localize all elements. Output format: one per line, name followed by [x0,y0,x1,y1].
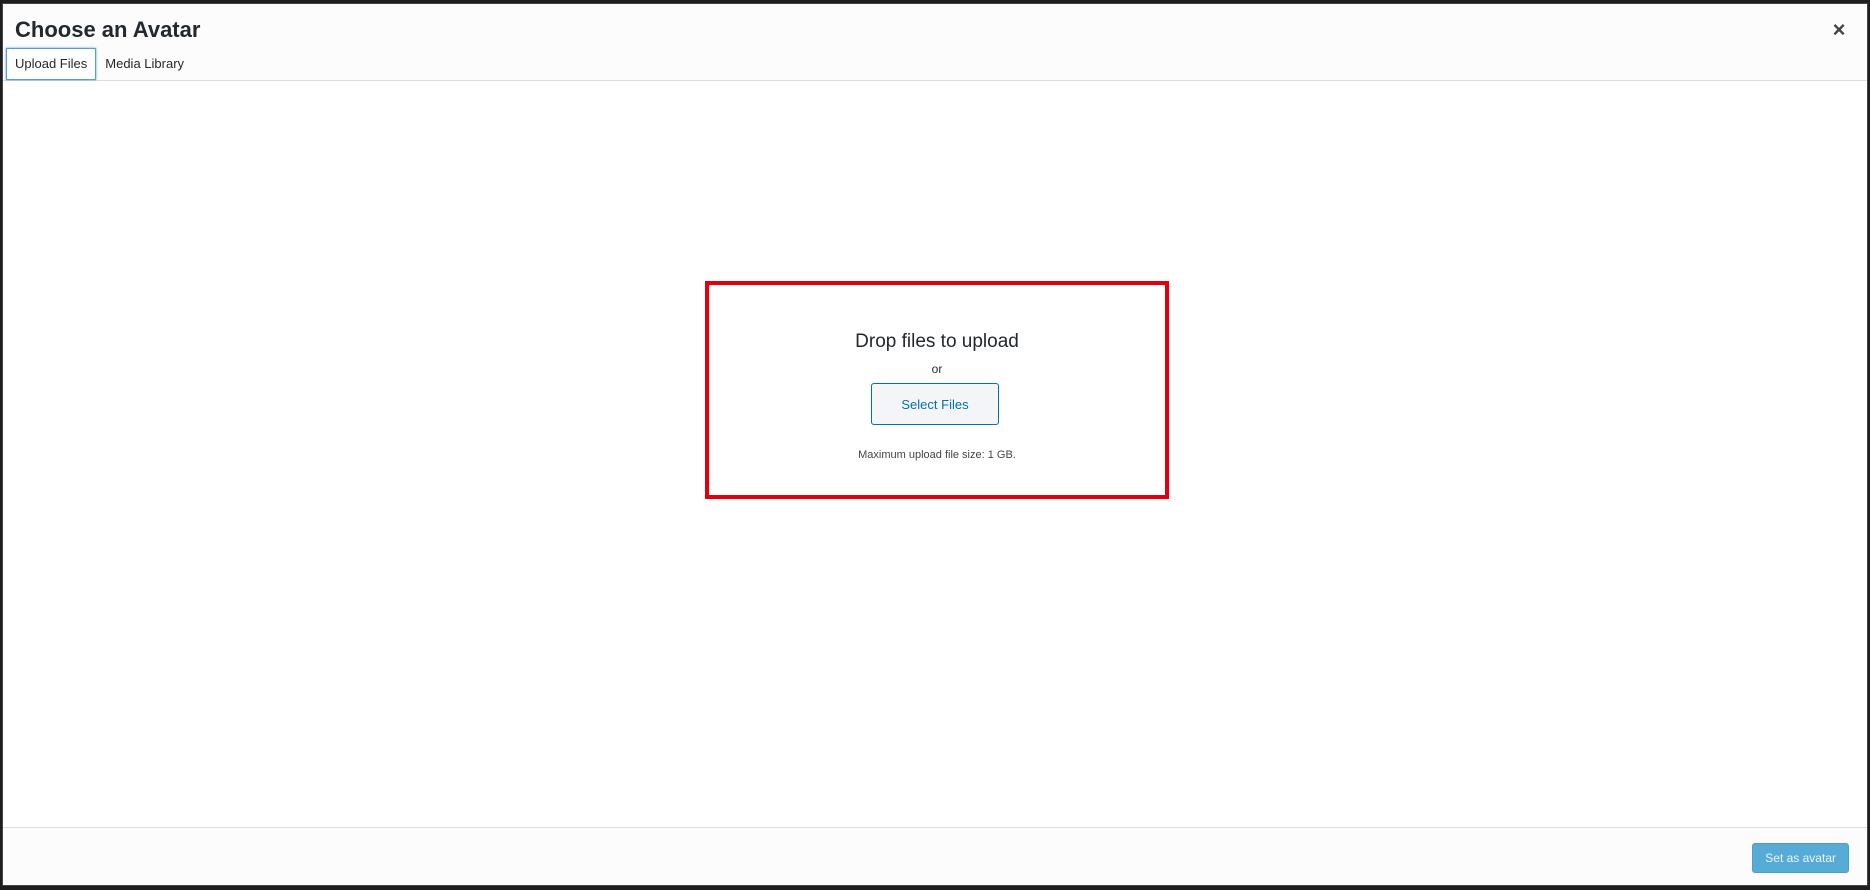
tab-upload-files[interactable]: Upload Files [6,48,97,80]
select-files-button[interactable]: Select Files [871,383,999,425]
or-separator: or [931,362,943,376]
modal-tabs: Upload Files Media Library [6,48,193,80]
window-bottom-edge [0,886,1870,890]
modal-title: Choose an Avatar [15,17,201,42]
tab-media-library[interactable]: Media Library [96,48,193,80]
avatar-modal: Choose an Avatar × Upload Files Media Li… [2,3,1868,886]
modal-header: Choose an Avatar × Upload Files Media Li… [3,4,1867,81]
close-icon[interactable]: × [1827,16,1851,44]
set-as-avatar-button[interactable]: Set as avatar [1752,843,1849,873]
modal-footer: Set as avatar [3,827,1867,885]
max-upload-size-text: Maximum upload file size: 1 GB. [858,449,1016,461]
drop-files-instructions: Drop files to upload [855,331,1019,352]
